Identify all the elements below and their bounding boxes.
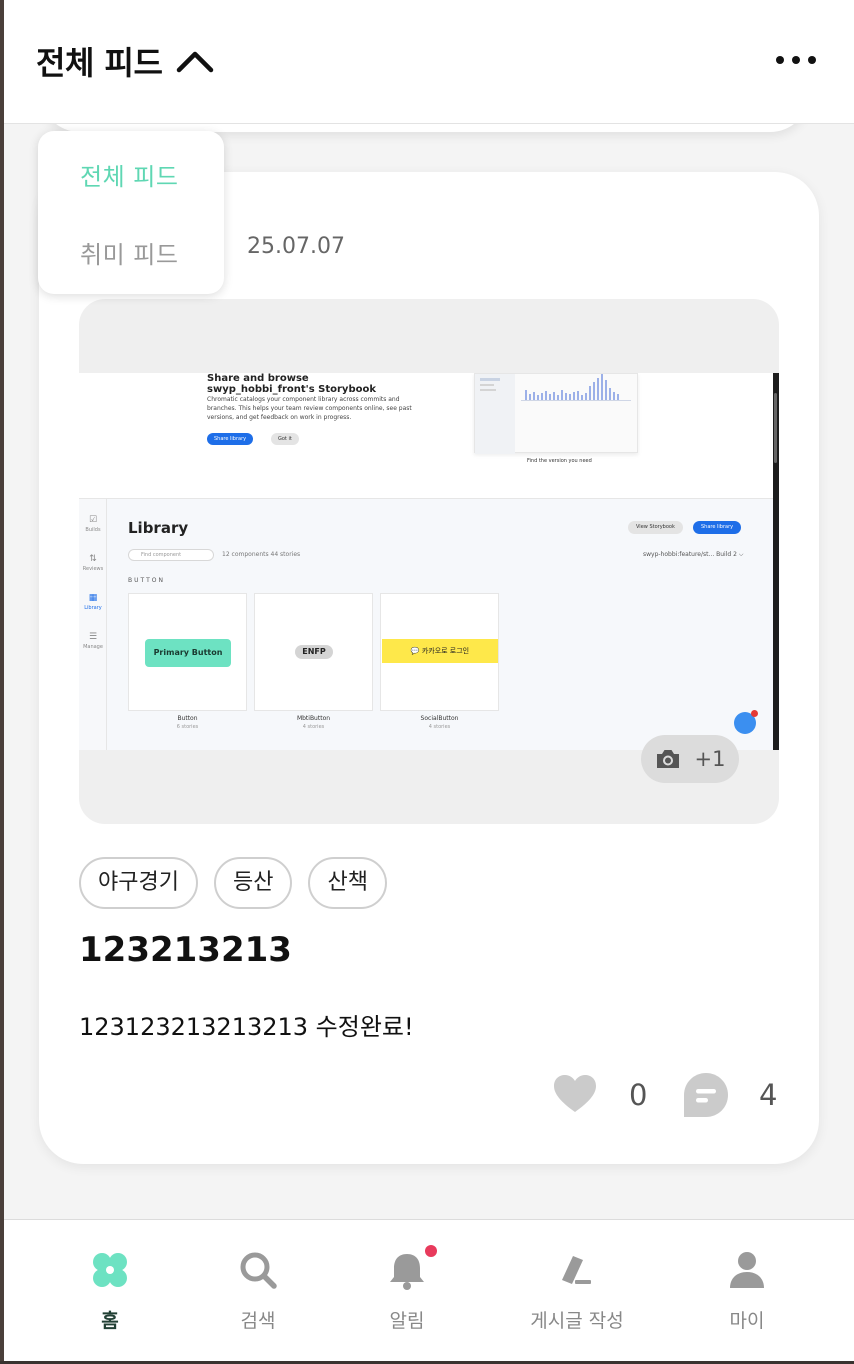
- chromatic-library: Library Find component 12 components 44 …: [107, 499, 773, 750]
- sidebar-item-manage: ☰ Manage: [79, 632, 107, 650]
- history-chart-thumbnail: [474, 373, 638, 454]
- hobby-tag[interactable]: 등산: [213, 857, 293, 909]
- feed-selector[interactable]: 전체 피드: [36, 38, 214, 84]
- chromatic-banner: Share and browse swyp_hobbi_front's Stor…: [79, 373, 779, 499]
- dot-icon: [776, 56, 784, 64]
- section-label: BUTTON: [128, 577, 165, 584]
- sidebar-item-builds: ☑ Builds: [79, 515, 107, 533]
- post-image-carousel[interactable]: Share and browse swyp_hobbi_front's Stor…: [79, 299, 779, 824]
- bar-histogram-graphic: [475, 374, 631, 454]
- component-tile: Primary Button: [128, 593, 247, 711]
- clover-home-icon: [93, 1253, 127, 1287]
- post-body: 123123213213213 수정완료!: [79, 1013, 414, 1041]
- heart-icon[interactable]: [553, 1074, 597, 1114]
- hobby-tag[interactable]: 산책: [308, 857, 387, 909]
- banner-share-button: Share library: [207, 433, 254, 445]
- library-search: Find component: [128, 549, 214, 561]
- post-title: 123213213: [79, 930, 292, 970]
- menu-item-hobby-feed[interactable]: 취미 피드: [80, 235, 178, 270]
- comment-icon[interactable]: [683, 1072, 729, 1118]
- hobby-tag[interactable]: 야구경기: [79, 857, 198, 909]
- banner-heading: Share and browse swyp_hobbi_front's Stor…: [207, 373, 376, 395]
- photo-count-badge: +1: [641, 735, 739, 783]
- checkbox-icon: ☑: [88, 515, 98, 525]
- post-image: Share and browse swyp_hobbi_front's Stor…: [79, 373, 779, 750]
- window-left-edge: [0, 0, 4, 1364]
- nav-item-my-page[interactable]: 마이: [677, 1250, 817, 1333]
- nav-label: 마이: [729, 1310, 765, 1332]
- pull-request-icon: ⇅: [89, 554, 97, 564]
- dot-icon: [792, 56, 800, 64]
- like-count: 0: [629, 1078, 648, 1112]
- primary-button-preview: Primary Button: [145, 639, 231, 667]
- search-icon: [240, 1252, 277, 1289]
- nav-item-search[interactable]: 검색: [188, 1250, 328, 1333]
- nav-item-home[interactable]: 홈: [40, 1250, 180, 1333]
- tile-name: MbtiButton: [296, 715, 331, 722]
- sidebar-label: Library: [84, 605, 102, 611]
- camera-icon: [656, 750, 679, 768]
- bottom-navigation: 홈 검색 알림 게시글 작성 마이: [0, 1219, 854, 1364]
- sidebar-label: Manage: [83, 644, 103, 650]
- nav-label: 게시글 작성: [530, 1310, 624, 1332]
- app-header: 전체 피드: [0, 0, 854, 124]
- nav-item-notifications[interactable]: 알림: [337, 1245, 477, 1333]
- page-title: 전체 피드: [36, 44, 163, 82]
- nav-label: 검색: [240, 1310, 276, 1332]
- scrollbar: [773, 373, 779, 750]
- post-card[interactable]: 25.07.07 Share and browse swyp_hobbi_fro…: [39, 172, 819, 1164]
- tile-stories: 6 stories: [176, 724, 199, 730]
- photo-count: +1: [694, 747, 726, 771]
- mbti-button-preview: ENFP: [295, 645, 333, 659]
- feed-dropdown: 전체 피드 취미 피드: [38, 131, 224, 294]
- bell-icon-wrapper: [387, 1245, 437, 1290]
- sidebar-item-reviews: ⇅ Reviews: [79, 554, 107, 572]
- component-count: 12 components 44 stories: [222, 551, 301, 558]
- menu-item-all-feed[interactable]: 전체 피드: [80, 157, 178, 192]
- comment-count: 4: [759, 1078, 778, 1112]
- banner-description: Chromatic catalogs your component librar…: [207, 396, 412, 421]
- branch-selector: swyp-hobbi:feature/st... Build 2 ⌵: [643, 551, 744, 558]
- post-date: 25.07.07: [247, 234, 345, 259]
- component-tile: 💬 카카오로 로그인: [380, 593, 499, 711]
- sidebar-item-library: ▦ Library: [79, 593, 107, 611]
- nav-label: 알림: [389, 1310, 425, 1332]
- chevron-up-icon: [177, 51, 214, 73]
- sidebar-label: Reviews: [82, 566, 104, 572]
- user-icon: [730, 1252, 764, 1288]
- post-stats: 0 4: [553, 1072, 783, 1120]
- preview-caption: Find the version you need: [527, 458, 592, 464]
- sidebar-label: Builds: [85, 527, 101, 533]
- tile-name: Button: [177, 715, 198, 722]
- bell-icon: [390, 1254, 424, 1290]
- component-tile: ENFP: [254, 593, 373, 711]
- dot-icon: [808, 56, 816, 64]
- banner-got-it-button: Got it: [271, 433, 299, 445]
- chromatic-sidebar: ☑ Builds ⇅ Reviews ▦ Library ☰ Manage: [79, 499, 107, 750]
- view-storybook-button: View Storybook: [628, 521, 683, 534]
- library-title: Library: [128, 519, 189, 537]
- tile-stories: 4 stories: [302, 724, 325, 730]
- nav-label: 홈: [101, 1310, 119, 1332]
- notification-dot: [425, 1245, 437, 1257]
- share-library-button: Share library: [693, 521, 742, 534]
- nav-item-write-post[interactable]: 게시글 작성: [507, 1250, 647, 1333]
- tile-stories: 4 stories: [428, 724, 451, 730]
- more-options-button[interactable]: [776, 46, 816, 74]
- tile-name: SocialButton: [420, 715, 459, 722]
- hobby-tags: 야구경기 등산 산책: [79, 857, 403, 909]
- chat-icon: [734, 710, 758, 734]
- grid-icon: ▦: [88, 593, 98, 603]
- kakao-button-preview: 💬 카카오로 로그인: [382, 639, 498, 663]
- menu-icon: ☰: [88, 632, 98, 642]
- pencil-icon: [562, 1256, 591, 1284]
